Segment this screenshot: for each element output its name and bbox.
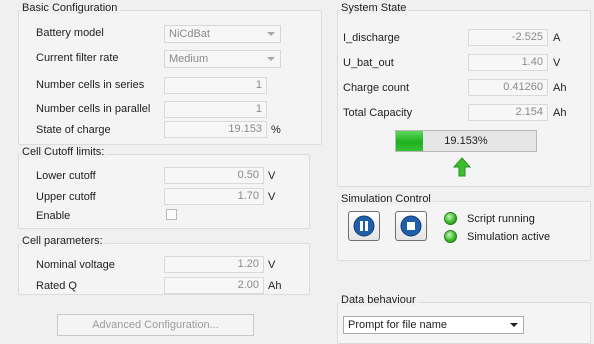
stop-icon xyxy=(400,215,422,237)
chevron-down-icon xyxy=(267,32,275,36)
soc-field: 19.153 xyxy=(164,121,267,138)
u-bat-out-unit: V xyxy=(553,57,561,69)
total-capacity-unit: Ah xyxy=(553,107,567,119)
soc-unit: % xyxy=(271,124,281,136)
cells-series-field[interactable]: 1 xyxy=(164,77,267,94)
battery-model-select[interactable]: NiCdBat xyxy=(164,25,281,43)
progress-text: 19.153% xyxy=(444,135,488,147)
system-state-title: System State xyxy=(339,2,409,14)
rated-q-field[interactable]: 2.00 xyxy=(164,277,264,294)
advanced-configuration-button[interactable]: Advanced Configuration... xyxy=(57,314,254,336)
cells-parallel-field[interactable]: 1 xyxy=(164,101,267,118)
chevron-down-icon xyxy=(267,57,275,61)
enable-checkbox[interactable] xyxy=(166,209,177,220)
u-bat-out-label: U_bat_out xyxy=(343,57,394,69)
pause-button[interactable] xyxy=(348,211,380,241)
nominal-voltage-unit: V xyxy=(268,259,276,271)
upper-cutoff-unit: V xyxy=(268,191,276,203)
nominal-voltage-field[interactable]: 1.20 xyxy=(164,256,264,273)
filter-rate-select[interactable]: Medium xyxy=(164,50,281,68)
charge-count-unit: Ah xyxy=(553,82,567,94)
cells-parallel-label: Number cells in parallel xyxy=(36,103,151,115)
script-running-label: Script running xyxy=(467,213,535,225)
rated-q-unit: Ah xyxy=(268,280,282,292)
rated-q-label: Rated Q xyxy=(36,280,77,292)
stop-button[interactable] xyxy=(395,211,427,241)
pause-icon xyxy=(353,215,375,237)
i-discharge-field: -2.525 xyxy=(468,29,548,46)
cutoff-title: Cell Cutoff limits: xyxy=(20,146,107,158)
charge-count-field: 0.41260 xyxy=(468,79,548,96)
battery-model-label: Battery model xyxy=(36,27,104,39)
charge-progress-bar: 19.153% xyxy=(395,130,537,152)
nominal-voltage-label: Nominal voltage xyxy=(36,259,115,271)
i-discharge-label: I_discharge xyxy=(343,32,400,44)
chevron-down-icon xyxy=(510,323,518,327)
data-behaviour-title: Data behaviour xyxy=(339,294,418,306)
lower-cutoff-field[interactable]: 0.50 xyxy=(164,167,264,184)
data-behaviour-select[interactable]: Prompt for file name xyxy=(343,316,524,334)
total-capacity-label: Total Capacity xyxy=(343,107,413,119)
basic-configuration-title: Basic Configuration xyxy=(20,2,120,14)
upper-cutoff-field[interactable]: 1.70 xyxy=(164,188,264,205)
lower-cutoff-label: Lower cutoff xyxy=(36,170,96,182)
filter-rate-label: Current filter rate xyxy=(36,52,119,64)
u-bat-out-field: 1.40 xyxy=(468,54,548,71)
simulation-control-title: Simulation Control xyxy=(339,193,433,205)
i-discharge-unit: A xyxy=(553,32,561,44)
cells-series-label: Number cells in series xyxy=(36,79,145,91)
enable-label: Enable xyxy=(36,210,71,222)
total-capacity-field: 2.154 xyxy=(468,104,548,121)
filter-rate-value: Medium xyxy=(169,53,209,65)
lower-cutoff-unit: V xyxy=(268,170,276,182)
upper-cutoff-label: Upper cutoff xyxy=(36,191,96,203)
data-behaviour-value: Prompt for file name xyxy=(348,319,448,331)
simulation-active-label: Simulation active xyxy=(467,231,551,243)
charge-count-label: Charge count xyxy=(343,82,410,94)
soc-label: State of charge xyxy=(36,124,111,136)
up-arrow-icon xyxy=(453,157,471,177)
cell-params-title: Cell parameters: xyxy=(20,235,105,247)
simulation-active-led-icon xyxy=(444,230,457,243)
battery-model-value: NiCdBat xyxy=(169,28,210,40)
script-running-led-icon xyxy=(444,212,457,225)
